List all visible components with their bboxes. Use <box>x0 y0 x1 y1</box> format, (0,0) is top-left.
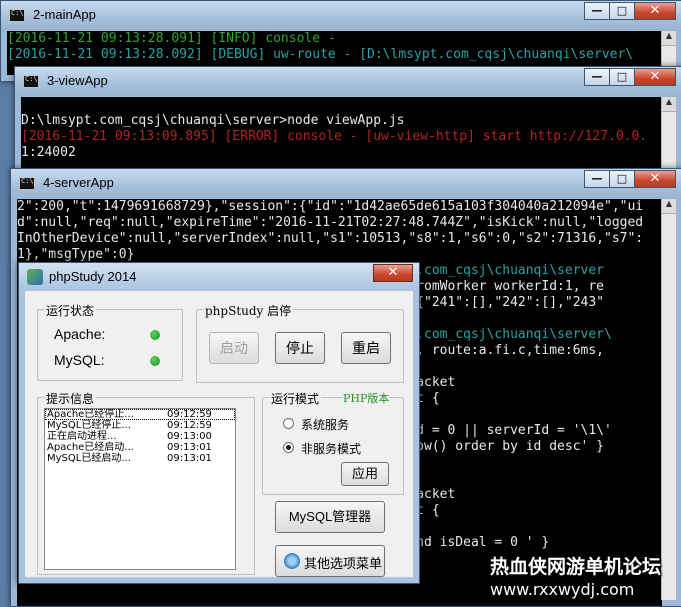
close-button[interactable]: ✕ <box>373 264 413 282</box>
main-app-titlebar[interactable]: 2-mainApp — □ ✕ <box>1 1 681 31</box>
apache-status-indicator <box>150 330 160 340</box>
start-button[interactable]: 启动 <box>209 332 259 364</box>
console-line: 1:24002 <box>21 145 76 160</box>
console-line: InOtherDevice":null,"serverIndex":null,"… <box>17 231 644 246</box>
console-line: D:\lmsypt.com_cqsj\chuanqi\server>node v… <box>21 113 405 128</box>
console-line: 1},"msgType":0} <box>17 247 135 262</box>
info-group: 提示信息 Apache已经停止... 09:12:59 MySQL已经停止... 09… <box>37 390 255 575</box>
log-time: 09:13:01 <box>167 442 212 453</box>
view-app-titlebar[interactable]: 3-viewApp — □ ✕ <box>15 67 681 97</box>
view-app-scrollbar[interactable]: ▲ <box>661 97 676 171</box>
server-app-scrollbar[interactable]: ▲ <box>661 199 676 600</box>
maximize-button[interactable]: □ <box>609 68 635 86</box>
log-message: Apache已经启动... <box>47 442 134 453</box>
close-button[interactable]: ✕ <box>634 170 676 188</box>
log-row[interactable]: MySQL已经启动... 09:13:01 <box>45 453 235 464</box>
gear-icon <box>284 553 300 569</box>
mode-group-label: 运行模式 <box>269 390 322 407</box>
info-group-label: 提示信息 <box>44 390 97 407</box>
control-group-label: phpStudy 启停 <box>203 302 294 319</box>
status-group: 运行状态 Apache: MySQL: <box>37 302 183 381</box>
log-row[interactable]: MySQL已经停止... 09:12:59 <box>45 420 235 431</box>
non-service-mode-radio[interactable] <box>283 442 294 453</box>
restart-button[interactable]: 重启 <box>341 332 391 364</box>
log-row[interactable]: 正在启动进程... 09:13:00 <box>45 431 235 442</box>
watermark-url: www.rxxwydj.com <box>490 580 635 599</box>
log-time: 09:12:59 <box>167 420 212 431</box>
close-button[interactable]: ✕ <box>634 2 676 20</box>
watermark-title: 热血侠网游单机论坛 <box>490 556 662 578</box>
phpstudy-logo-icon <box>27 269 43 285</box>
more-options-button[interactable]: 其他选项菜单 <box>275 545 385 577</box>
console-line: 2":200,"t":1479691668729},"session":{"id… <box>17 199 644 214</box>
mode-group: 运行模式 PHP版本 系统服务 非服务模式 应用 <box>262 390 404 495</box>
minimize-button[interactable]: — <box>584 68 610 86</box>
log-time: 09:13:00 <box>167 431 212 442</box>
status-group-label: 运行状态 <box>44 302 97 319</box>
server-app-titlebar[interactable]: 4-serverApp — □ ✕ <box>11 169 681 199</box>
more-options-label: 其他选项菜单 <box>304 556 383 571</box>
phpstudy-title: phpStudy 2014 <box>49 269 137 284</box>
console-line: [2016-11-21 09:13:28.092] [DEBUG] uw-rou… <box>7 47 634 62</box>
view-app-console-window[interactable]: 3-viewApp — □ ✕ D:\lmsypt.com_cqsj\chuan… <box>14 66 681 178</box>
log-row[interactable]: Apache已经停止... 09:12:59 <box>45 409 235 420</box>
console-line: [2016-11-21 09:13:09.895] [ERROR] consol… <box>21 129 648 144</box>
log-message: MySQL已经停止... <box>47 420 131 431</box>
phpstudy-titlebar[interactable]: phpStudy 2014 ✕ <box>19 263 419 291</box>
log-message: Apache已经停止... <box>47 409 134 420</box>
console-icon <box>23 75 39 88</box>
log-message: 正在启动进程... <box>47 431 117 442</box>
console-line: d":null,"req":null,"expireTime":"2016-11… <box>17 215 644 230</box>
minimize-button[interactable]: — <box>584 2 610 20</box>
stop-button[interactable]: 停止 <box>275 332 325 364</box>
phpstudy-window[interactable]: phpStudy 2014 ✕ 运行状态 Apache: MySQL: phpS… <box>18 262 420 584</box>
view-app-title: 3-viewApp <box>47 73 108 88</box>
log-time: 09:13:01 <box>167 453 212 464</box>
server-app-title: 4-serverApp <box>43 175 114 190</box>
maximize-button[interactable]: □ <box>609 170 635 188</box>
mysql-manager-button[interactable]: MySQL管理器 <box>275 501 385 533</box>
minimize-button[interactable]: — <box>584 170 610 188</box>
mysql-status-indicator <box>150 356 160 366</box>
mysql-label: MySQL: <box>54 352 105 368</box>
php-version-link[interactable]: PHP版本 <box>343 390 390 406</box>
apply-button[interactable]: 应用 <box>341 462 389 486</box>
log-row[interactable]: Apache已经启动... 09:13:01 <box>45 442 235 453</box>
phpstudy-client: 运行状态 Apache: MySQL: phpStudy 启停 启动 停止 重启… <box>25 291 413 577</box>
control-group: phpStudy 启停 启动 停止 重启 <box>196 302 404 383</box>
close-button[interactable]: ✕ <box>634 68 676 86</box>
maximize-button[interactable]: □ <box>609 2 635 20</box>
console-line: [2016-11-21 09:13:28.091] [INFO] console… <box>7 31 336 46</box>
log-time: 09:12:59 <box>167 409 212 420</box>
main-app-title: 2-mainApp <box>33 7 96 22</box>
console-icon <box>19 177 35 190</box>
system-service-radio[interactable] <box>283 418 294 429</box>
log-message: MySQL已经启动... <box>47 453 131 464</box>
apache-label: Apache: <box>54 326 106 342</box>
log-listbox[interactable]: Apache已经停止... 09:12:59 MySQL已经停止... 09:12:5… <box>44 408 236 570</box>
view-app-output: D:\lmsypt.com_cqsj\chuanqi\server>node v… <box>21 97 662 171</box>
console-icon <box>9 9 25 22</box>
non-service-mode-label: 非服务模式 <box>301 442 362 456</box>
system-service-label: 系统服务 <box>301 418 350 432</box>
